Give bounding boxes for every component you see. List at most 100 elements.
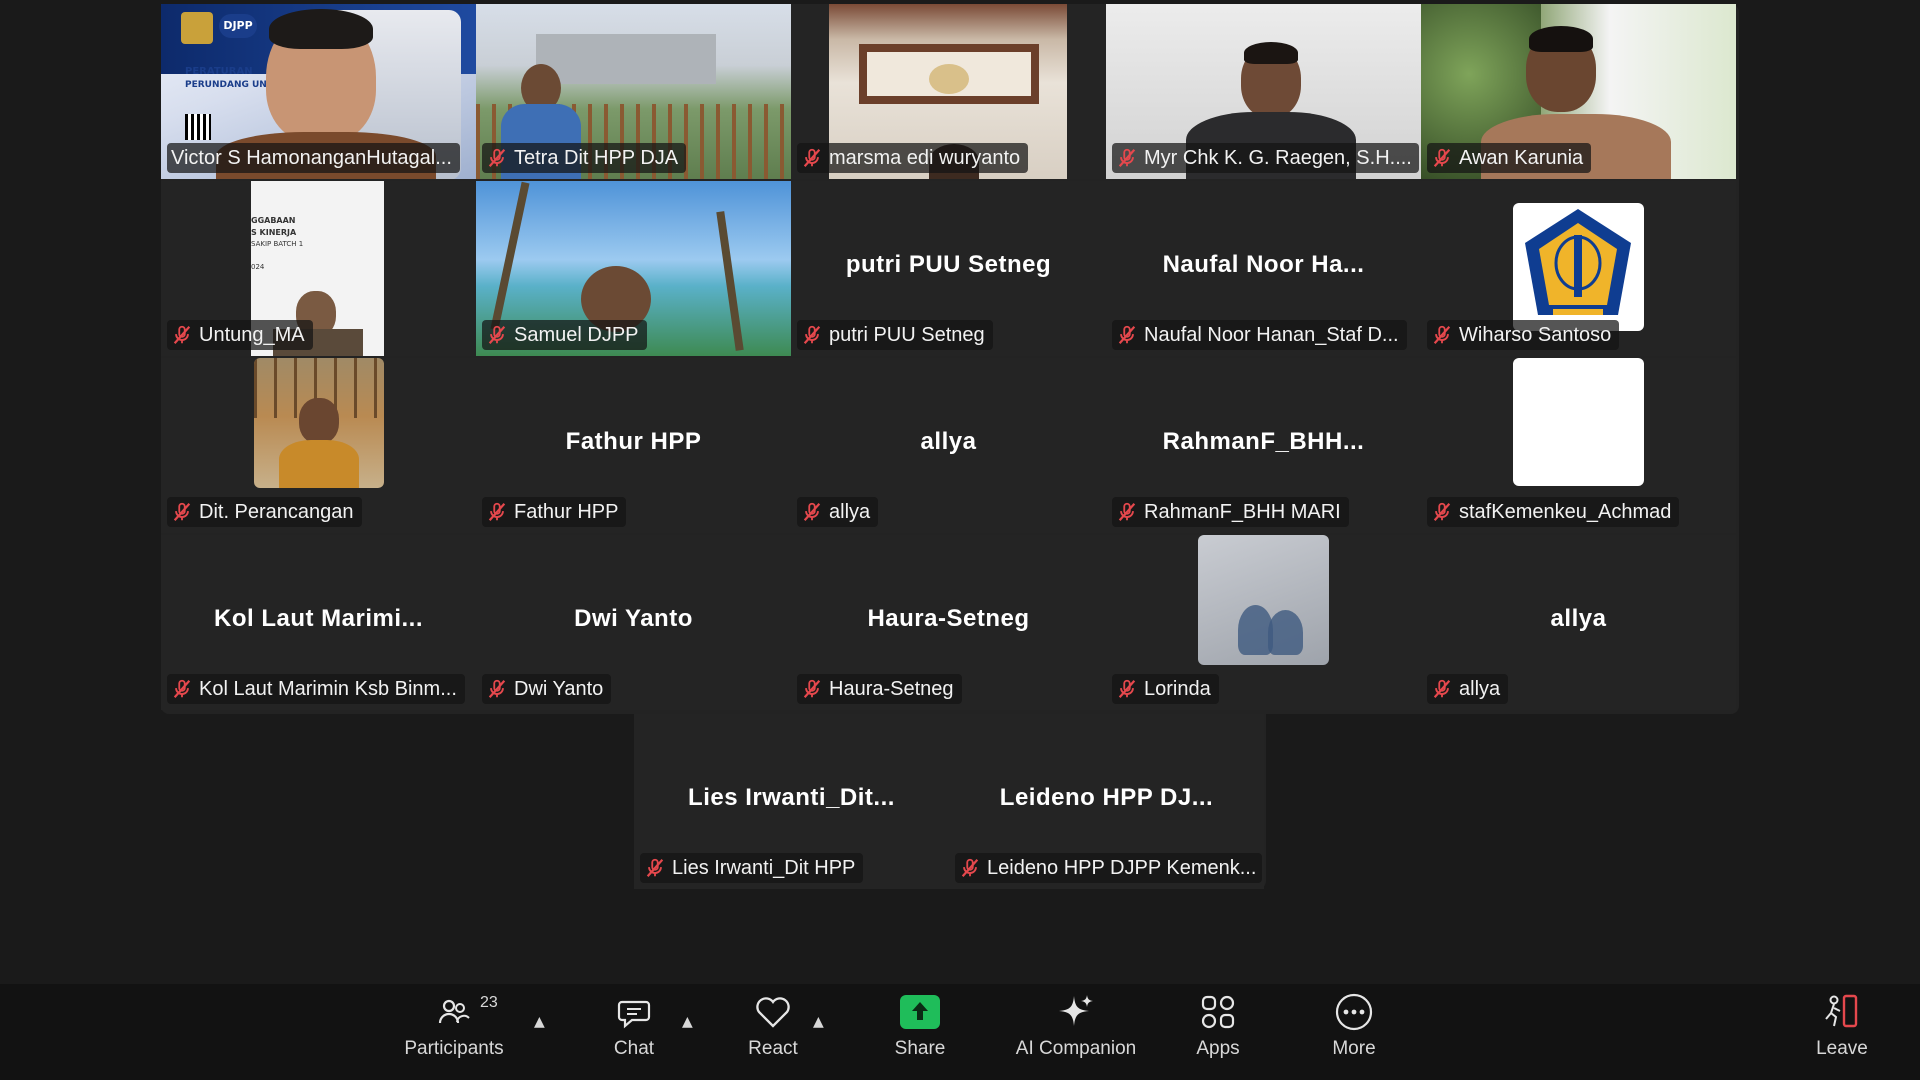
palm-tree [490, 181, 530, 331]
mic-muted-icon [486, 324, 508, 346]
participant-avatar [1513, 358, 1644, 486]
shadow-figure [1268, 610, 1303, 655]
react-caret-icon[interactable]: ▲ [813, 1014, 824, 1030]
participant-display-name: Dwi Yanto [574, 605, 693, 632]
participant-nametag: Lorinda [1112, 674, 1219, 704]
participant-display-name: allya [1550, 605, 1607, 632]
mic-muted-icon [801, 678, 823, 700]
participant-name: Awan Karunia [1459, 146, 1584, 169]
participant-tile[interactable]: stafKemenkeu_Achmad [1421, 358, 1736, 533]
mic-muted-icon [644, 857, 666, 879]
mic-muted-icon [171, 324, 193, 346]
participant-tile[interactable]: Samuel DJPP [476, 181, 791, 356]
mic-muted-icon [486, 501, 508, 523]
chandelier [929, 64, 969, 94]
more-icon [1334, 992, 1374, 1032]
chat-label: Chat [613, 1038, 655, 1059]
participant-name: marsma edi wuryanto [829, 146, 1021, 169]
participant-tile[interactable]: GGABAAN S KINERJA SAKIP BATCH 1 024 Untu… [161, 181, 476, 356]
mic-muted-icon [486, 147, 508, 169]
slide-text: GGABAAN [251, 216, 296, 225]
slide-text: SAKIP BATCH 1 [251, 240, 304, 248]
participant-tile[interactable]: allya allya [1421, 535, 1736, 710]
mic-muted-icon [1431, 324, 1453, 346]
participant-tile[interactable]: Kol Laut Marimi... Kol Laut Marimin Ksb … [161, 535, 476, 710]
person-jacket [279, 440, 359, 488]
chat-icon [614, 992, 654, 1032]
participant-display-name: Lies Irwanti_Dit... [688, 784, 895, 811]
participant-nametag: RahmanF_BHH MARI [1112, 497, 1349, 527]
participant-nametag: Victor S HamonanganHutagal... [167, 143, 460, 173]
banner-text: PERATURAN [185, 66, 253, 77]
participant-tile[interactable]: marsma edi wuryanto [791, 4, 1106, 179]
participant-tile[interactable]: DJPP PERATURAN PERUNDANG UNDA Victor S H… [161, 4, 476, 179]
participant-display-name: allya [920, 428, 977, 455]
mic-muted-icon [486, 678, 508, 700]
share-button[interactable]: Share [860, 992, 980, 1060]
mic-muted-icon [801, 324, 823, 346]
participant-tile[interactable]: putri PUU Setneg putri PUU Setneg [791, 181, 1106, 356]
participants-icon [434, 992, 474, 1032]
chat-caret-icon[interactable]: ▲ [682, 1014, 693, 1030]
participant-tile[interactable]: RahmanF_BHH... RahmanF_BHH MARI [1106, 358, 1421, 533]
ai-sparkle-icon [1056, 992, 1096, 1032]
leave-icon [1822, 992, 1862, 1032]
participant-tile[interactable]: Lorinda [1106, 535, 1421, 710]
slide-text: 024 [251, 263, 265, 271]
participant-nametag: Untung_MA [167, 320, 313, 350]
participant-name: Dit. Perancangan [199, 500, 354, 523]
participant-tile[interactable]: Wiharso Santoso [1421, 181, 1736, 356]
participant-tile[interactable]: Naufal Noor Ha... Naufal Noor Hanan_Staf… [1106, 181, 1421, 356]
participant-display-name: Kol Laut Marimi... [213, 605, 423, 632]
participant-name: Kol Laut Marimin Ksb Binm... [199, 677, 457, 700]
chat-button[interactable]: Chat [574, 992, 694, 1060]
participant-tile[interactable]: Myr Chk K. G. Raegen, S.H.... [1106, 4, 1421, 179]
participant-nametag: Fathur HPP [482, 497, 627, 527]
participant-tile[interactable]: Dwi Yanto Dwi Yanto [476, 535, 791, 710]
participant-name: Victor S HamonanganHutagal... [171, 146, 452, 169]
participant-tile[interactable]: Dit. Perancangan [161, 358, 476, 533]
participant-name: Tetra Dit HPP DJA [514, 146, 679, 169]
participant-name: RahmanF_BHH MARI [1144, 500, 1341, 523]
heart-icon [753, 992, 793, 1032]
participant-tile[interactable]: Haura-Setneg Haura-Setneg [791, 535, 1106, 710]
more-button[interactable]: More [1294, 992, 1414, 1060]
participant-name: allya [1459, 677, 1501, 700]
participant-nametag: Dwi Yanto [482, 674, 612, 704]
gallery-extra-row: Lies Irwanti_Dit... Lies Irwanti_Dit HPP… [634, 714, 1266, 889]
mic-muted-icon [1116, 324, 1138, 346]
participant-name: Naufal Noor Hanan_Staf D... [1144, 323, 1399, 346]
participant-tile[interactable]: Lies Irwanti_Dit... Lies Irwanti_Dit HPP [634, 714, 949, 889]
participant-tile[interactable]: Leideno HPP DJ... Leideno HPP DJPP Kemen… [949, 714, 1264, 889]
person-hair [1529, 26, 1593, 52]
participant-tile[interactable]: Tetra Dit HPP DJA [476, 4, 791, 179]
participant-tile[interactable]: Fathur HPP Fathur HPP [476, 358, 791, 533]
mic-muted-icon [959, 857, 981, 879]
ai-companion-button[interactable]: AI Companion [1016, 992, 1136, 1060]
participant-nametag: Naufal Noor Hanan_Staf D... [1112, 320, 1407, 350]
participant-avatar [1513, 203, 1644, 331]
participant-tile[interactable]: allya allya [791, 358, 1106, 533]
react-label: React [748, 1038, 798, 1059]
participant-name: Lorinda [1144, 677, 1211, 700]
participant-display-name: Fathur HPP [565, 428, 702, 455]
participant-avatar [254, 358, 384, 488]
ai-companion-label: AI Companion [1015, 1038, 1137, 1059]
share-icon [900, 992, 940, 1032]
mic-muted-icon [171, 501, 193, 523]
participant-name: Leideno HPP DJPP Kemenk... [987, 856, 1257, 879]
participant-nametag: Haura-Setneg [797, 674, 962, 704]
person-hair [1244, 42, 1298, 64]
mic-muted-icon [1431, 147, 1453, 169]
participants-caret-icon[interactable]: ▲ [534, 1014, 545, 1030]
participant-name: Samuel DJPP [514, 323, 639, 346]
participant-name: allya [829, 500, 871, 523]
participant-tile[interactable]: Awan Karunia [1421, 4, 1736, 179]
participant-nametag: allya [797, 497, 879, 527]
kemenkeu-logo-icon [1525, 209, 1631, 315]
gallery-view: DJPP PERATURAN PERUNDANG UNDA Victor S H… [161, 4, 1739, 714]
participants-label: Participants [404, 1038, 504, 1059]
leave-button[interactable]: Leave [1782, 992, 1902, 1060]
apps-button[interactable]: Apps [1158, 992, 1278, 1060]
participant-nametag: Dit. Perancangan [167, 497, 362, 527]
